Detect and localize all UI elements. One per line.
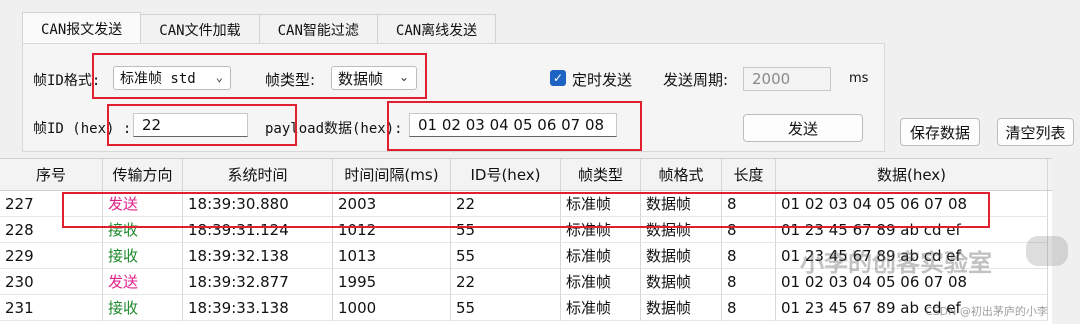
payload-label: payload数据(hex): xyxy=(265,121,403,137)
cell-length: 8 xyxy=(722,243,776,269)
cell-interval: 1000 xyxy=(333,295,451,321)
send-period-value: 2000 xyxy=(752,70,791,88)
chevron-down-icon: ⌄ xyxy=(215,70,223,84)
cell-time: 18:39:33.138 xyxy=(183,295,333,321)
column-header[interactable]: 传输方向 xyxy=(103,159,183,190)
send-button[interactable]: 发送 xyxy=(743,114,863,142)
chevron-down-icon: ⌄ xyxy=(398,70,409,84)
cell-frame-format: 数据帧 xyxy=(641,269,722,295)
cell-frame-format: 数据帧 xyxy=(641,243,722,269)
send-period-label: 发送周期: xyxy=(663,71,729,89)
cell-direction: 发送 xyxy=(103,269,183,295)
column-header[interactable]: 数据(hex) xyxy=(776,159,1048,190)
send-panel: 帧ID格式: 标准帧 std ⌄ 帧类型: 数据帧 ⌄ ✓ 定时发送 发送周期:… xyxy=(22,43,885,152)
cell-length: 8 xyxy=(722,191,776,217)
cell-direction: 接收 xyxy=(103,217,183,243)
cell-direction: 接收 xyxy=(103,295,183,321)
can-message-table: 序号 传输方向 系统时间 时间间隔(ms) ID号(hex) 帧类型 帧格式 长… xyxy=(0,158,1052,324)
cell-id: 22 xyxy=(451,269,561,295)
tab-can-offline-send[interactable]: CAN离线发送 xyxy=(376,14,497,44)
frame-id-format-select[interactable]: 标准帧 std ⌄ xyxy=(113,66,231,90)
cell-id: 55 xyxy=(451,295,561,321)
cell-time: 18:39:32.138 xyxy=(183,243,333,269)
table-row[interactable]: 228 接收 18:39:31.124 1012 55 标准帧 数据帧 8 01… xyxy=(0,217,1052,243)
cell-frame-type: 标准帧 xyxy=(561,269,641,295)
cell-direction: 发送 xyxy=(103,191,183,217)
cell-frame-format: 数据帧 xyxy=(641,191,722,217)
frame-id-value: 22 xyxy=(142,116,162,134)
tab-can-send[interactable]: CAN报文发送 xyxy=(22,12,142,44)
column-header[interactable]: 系统时间 xyxy=(183,159,333,190)
cell-direction: 接收 xyxy=(103,243,183,269)
chat-bubble-icon xyxy=(1026,236,1068,266)
column-header[interactable]: 序号 xyxy=(0,159,103,190)
frame-id-input[interactable]: 22 xyxy=(133,113,248,137)
frame-type-label: 帧类型: xyxy=(265,71,316,89)
send-period-unit: ms xyxy=(849,71,869,86)
frame-id-format-value: 标准帧 std xyxy=(120,71,196,87)
cell-time: 18:39:32.877 xyxy=(183,269,333,295)
frame-type-select[interactable]: 数据帧 ⌄ xyxy=(331,66,417,90)
cell-frame-type: 标准帧 xyxy=(561,243,641,269)
cell-index: 230 xyxy=(0,269,103,295)
timed-send-label: 定时发送 xyxy=(572,71,633,89)
cell-data: 01 23 45 67 89 ab cd ef xyxy=(776,217,1048,243)
cell-frame-type: 标准帧 xyxy=(561,217,641,243)
column-header[interactable]: ID号(hex) xyxy=(451,159,561,190)
tab-bar: CAN报文发送 CAN文件加载 CAN智能过滤 CAN离线发送 xyxy=(22,12,497,44)
tab-can-file-load[interactable]: CAN文件加载 xyxy=(140,14,260,44)
cell-interval: 1013 xyxy=(333,243,451,269)
cell-id: 55 xyxy=(451,217,561,243)
cell-interval: 1012 xyxy=(333,217,451,243)
frame-id-format-label: 帧ID格式: xyxy=(33,73,101,89)
cell-index: 228 xyxy=(0,217,103,243)
cell-length: 8 xyxy=(722,217,776,243)
column-header[interactable]: 时间间隔(ms) xyxy=(333,159,451,190)
save-data-button[interactable]: 保存数据 xyxy=(900,118,980,146)
cell-id: 22 xyxy=(451,191,561,217)
cell-length: 8 xyxy=(722,295,776,321)
cell-length: 8 xyxy=(722,269,776,295)
cell-frame-format: 数据帧 xyxy=(641,295,722,321)
cell-interval: 1995 xyxy=(333,269,451,295)
payload-input[interactable]: 01 02 03 04 05 06 07 08 xyxy=(409,113,617,137)
cell-frame-type: 标准帧 xyxy=(561,295,641,321)
cell-index: 229 xyxy=(0,243,103,269)
frame-type-value: 数据帧 xyxy=(338,69,384,88)
cell-frame-format: 数据帧 xyxy=(641,217,722,243)
cell-data: 01 02 03 04 05 06 07 08 xyxy=(776,191,1048,217)
send-period-input[interactable]: 2000 xyxy=(743,67,831,91)
column-header[interactable]: 帧格式 xyxy=(641,159,722,190)
cell-interval: 2003 xyxy=(333,191,451,217)
frame-id-label: 帧ID (hex) : xyxy=(33,121,132,137)
table-header: 序号 传输方向 系统时间 时间间隔(ms) ID号(hex) 帧类型 帧格式 长… xyxy=(0,159,1052,191)
table-row[interactable]: 231 接收 18:39:33.138 1000 55 标准帧 数据帧 8 01… xyxy=(0,295,1052,321)
cell-frame-type: 标准帧 xyxy=(561,191,641,217)
tab-can-smart-filter[interactable]: CAN智能过滤 xyxy=(258,14,378,44)
cell-index: 231 xyxy=(0,295,103,321)
clear-list-button[interactable]: 清空列表 xyxy=(997,118,1074,146)
cell-index: 227 xyxy=(0,191,103,217)
timed-send-checkbox[interactable]: ✓ xyxy=(550,70,566,86)
cell-time: 18:39:31.124 xyxy=(183,217,333,243)
cell-id: 55 xyxy=(451,243,561,269)
checkmark-icon: ✓ xyxy=(552,71,564,85)
cell-time: 18:39:30.880 xyxy=(183,191,333,217)
watermark: 小李的创客实验室 xyxy=(800,249,992,277)
column-header[interactable]: 长度 xyxy=(722,159,776,190)
watermark-csdn: CSDN @初出茅庐的小李 xyxy=(925,305,1048,318)
table-row[interactable]: 227 发送 18:39:30.880 2003 22 标准帧 数据帧 8 01… xyxy=(0,191,1052,217)
column-header[interactable]: 帧类型 xyxy=(561,159,641,190)
payload-value: 01 02 03 04 05 06 07 08 xyxy=(418,116,605,134)
